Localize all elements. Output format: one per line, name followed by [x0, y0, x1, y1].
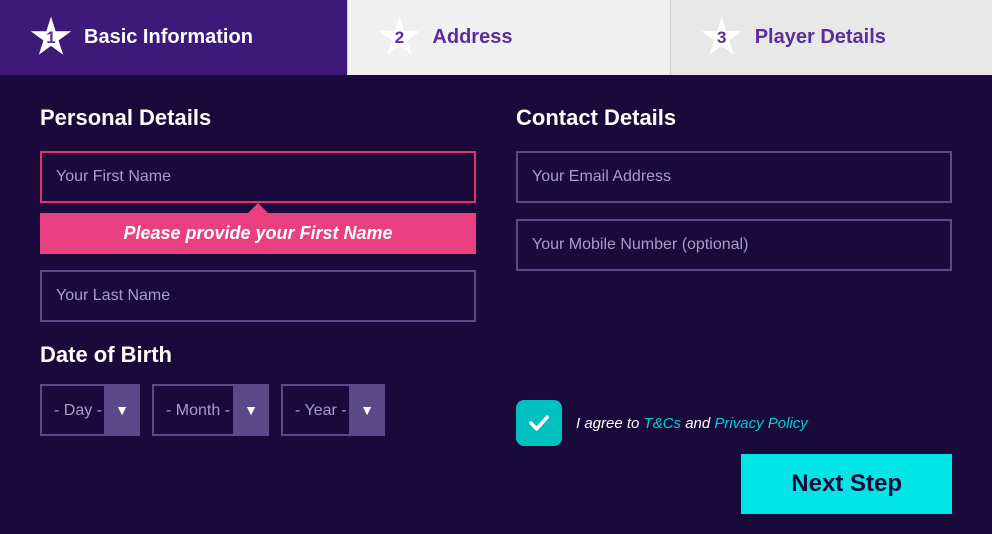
- right-panel: Contact Details I agree to T&Cs and Priv…: [516, 105, 952, 514]
- step-1-badge: 1: [30, 17, 72, 59]
- last-name-input[interactable]: [40, 270, 476, 322]
- main-content: Personal Details Please provide your Fir…: [0, 75, 992, 534]
- contact-details-title: Contact Details: [516, 105, 952, 131]
- day-select-wrapper: - Day - ▼: [40, 384, 140, 436]
- day-select[interactable]: - Day -: [40, 384, 140, 436]
- personal-details-title: Personal Details: [40, 105, 476, 131]
- step-1-label: Basic Information: [84, 26, 253, 49]
- mobile-input[interactable]: [516, 219, 952, 271]
- agree-row: I agree to T&Cs and Privacy Policy: [516, 390, 952, 446]
- steps-header: 1 Basic Information 2 Address 3 Player D…: [0, 0, 992, 75]
- year-select[interactable]: - Year -: [281, 384, 385, 436]
- email-input[interactable]: [516, 151, 952, 203]
- step-1[interactable]: 1 Basic Information: [0, 0, 347, 75]
- privacy-link[interactable]: Privacy Policy: [714, 415, 807, 432]
- left-panel: Personal Details Please provide your Fir…: [40, 105, 476, 514]
- step-2-label: Address: [432, 26, 512, 49]
- right-bottom: I agree to T&Cs and Privacy Policy Next …: [516, 390, 952, 514]
- first-name-error: Please provide your First Name: [40, 213, 476, 254]
- next-step-button[interactable]: Next Step: [741, 454, 952, 514]
- agree-text: I agree to T&Cs and Privacy Policy: [576, 415, 808, 432]
- month-select[interactable]: - Month -: [152, 384, 269, 436]
- step-3[interactable]: 3 Player Details: [670, 0, 992, 75]
- first-name-input[interactable]: [40, 151, 476, 203]
- year-select-wrapper: - Year - ▼: [281, 384, 385, 436]
- tc-link[interactable]: T&Cs: [644, 415, 682, 432]
- agree-checkbox[interactable]: [516, 400, 562, 446]
- step-3-badge: 3: [701, 17, 743, 59]
- next-step-row: Next Step: [516, 454, 952, 514]
- dob-label: Date of Birth: [40, 342, 476, 368]
- step-2-badge: 2: [378, 17, 420, 59]
- step-3-label: Player Details: [755, 26, 886, 49]
- dob-selects: - Day - ▼ - Month - ▼ - Year - ▼: [40, 384, 476, 436]
- month-select-wrapper: - Month - ▼: [152, 384, 269, 436]
- step-2[interactable]: 2 Address: [347, 0, 669, 75]
